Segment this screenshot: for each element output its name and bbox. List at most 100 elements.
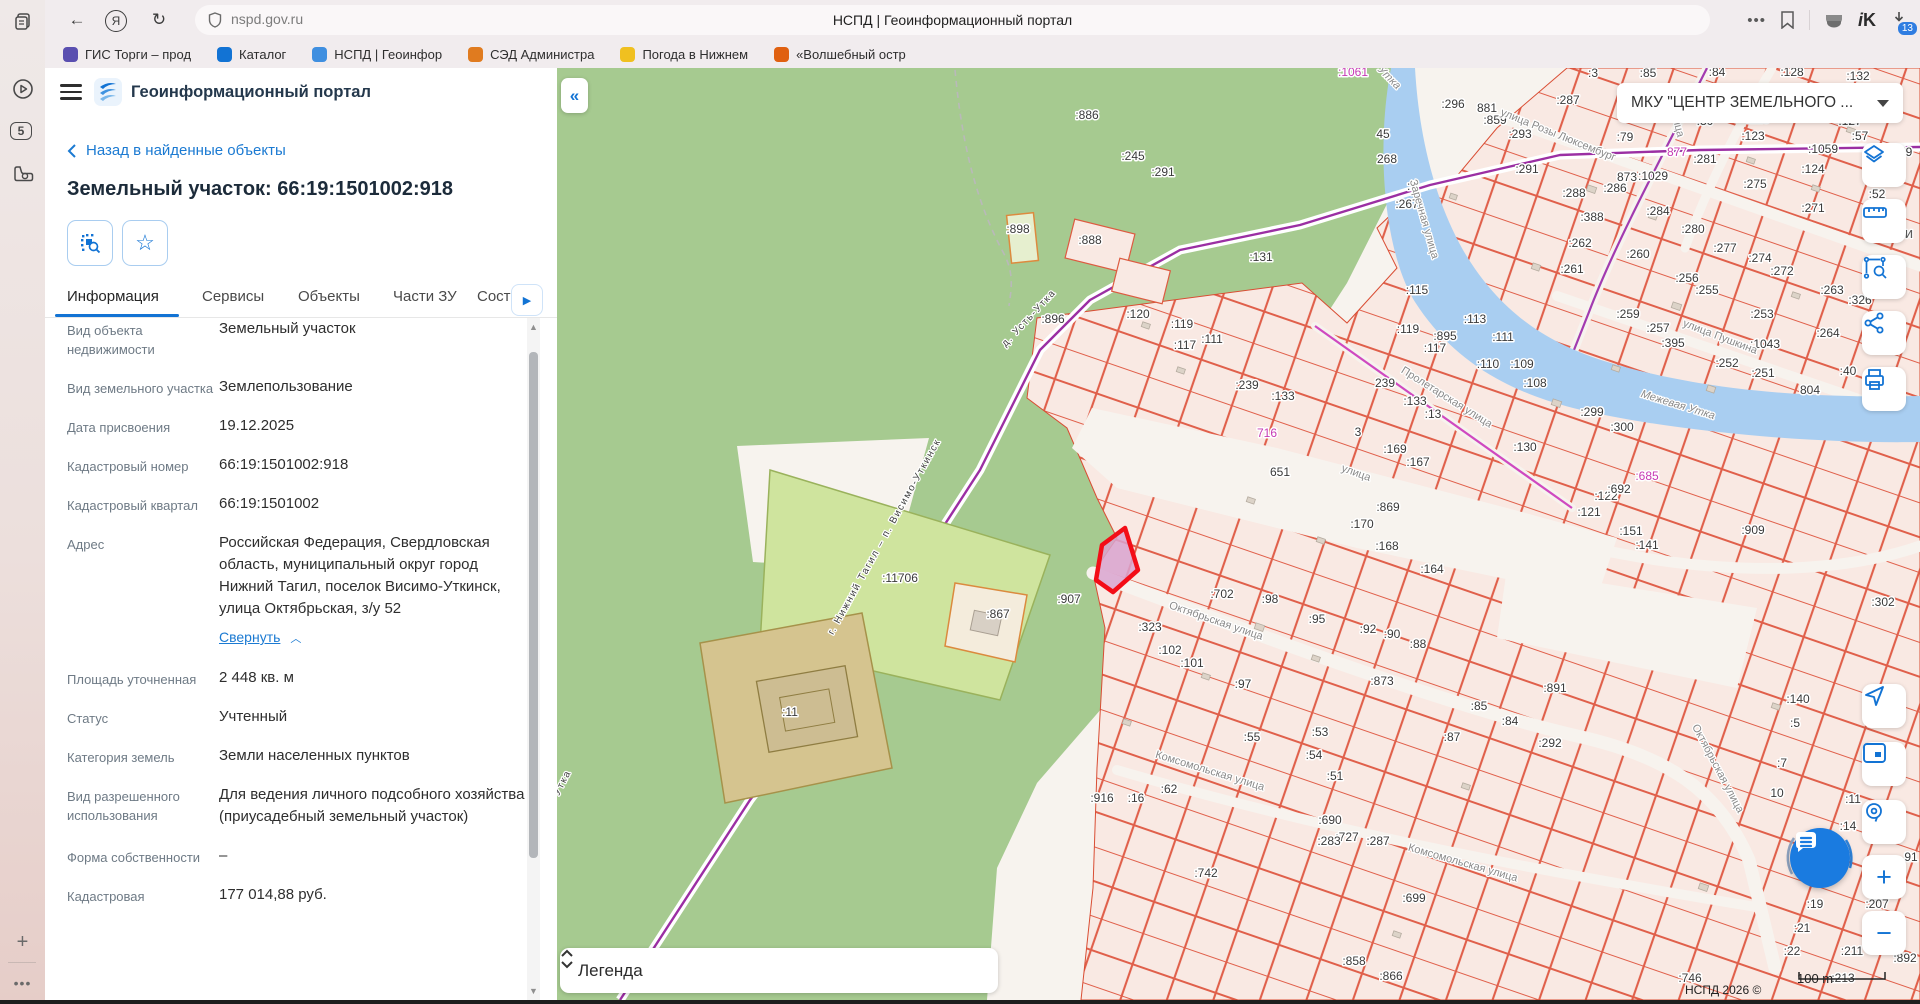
scroll-up-icon[interactable]: ▲ (528, 322, 539, 332)
zoom-in-button[interactable]: + (1862, 855, 1906, 899)
map-label: :858 (1342, 954, 1366, 968)
map-label: :167 (1406, 455, 1430, 469)
kaspersky-extension-icon[interactable]: iK (1858, 10, 1876, 31)
map-label: :867 (986, 607, 1010, 621)
field-value: Российская Федерация, Свердловская облас… (219, 532, 527, 650)
map-label: :699 (1402, 891, 1426, 905)
map-label: :11 (782, 705, 798, 719)
zoom-to-object-button[interactable] (67, 220, 113, 266)
zoom-out-button[interactable]: − (1862, 911, 1906, 955)
scale-bar: 100 m (1797, 971, 1833, 986)
bookmark-label: Каталог (239, 47, 286, 62)
add-panel-icon[interactable]: + (10, 930, 35, 955)
map-canvas[interactable]: :886:245:291:296881:859:293:287:3:85:84:… (557, 68, 1920, 1000)
sidebar-more-icon[interactable]: ••• (10, 970, 35, 995)
bookmark-item[interactable]: Погода в Нижнем (620, 47, 748, 62)
favorite-star-button[interactable]: ☆ (122, 220, 168, 266)
printer-icon (1862, 367, 1887, 392)
tab-counter[interactable]: 5 (10, 122, 32, 140)
map-label: :51 (1327, 769, 1344, 783)
bookmark-item[interactable]: ГИС Торги – прод (63, 47, 191, 62)
bookmark-item[interactable]: Каталог (217, 47, 286, 62)
map-label: :62 (1161, 782, 1178, 796)
collapse-address-link[interactable]: Свернуть (219, 626, 280, 648)
field-label: Вид разрешенного использования (67, 784, 219, 828)
map-label: :239 (1235, 378, 1259, 392)
map-search-icon (1862, 800, 1887, 825)
back-button[interactable]: ← (63, 6, 91, 34)
yandex-button[interactable]: Я (105, 10, 127, 32)
bookmark-favicon (217, 47, 232, 62)
bookmark-label: «Волшебный остр (796, 47, 906, 62)
map-label: :284 (1646, 204, 1670, 218)
map-label: 804 (1800, 383, 1820, 397)
tab-parts[interactable]: Части ЗУ (393, 288, 457, 305)
menu-icon[interactable] (60, 84, 82, 100)
share-button[interactable] (1862, 311, 1906, 355)
bookmark-item[interactable]: НСПД | Геоинфор (312, 47, 442, 62)
map-label: :121 (1577, 505, 1601, 519)
bookmark-item[interactable]: «Волшебный остр (774, 47, 906, 62)
share-icon (1862, 311, 1886, 335)
parcel-898[interactable] (1007, 213, 1039, 264)
field-row: Площадь уточненная2 448 кв. м (67, 667, 527, 706)
extension-shield-icon[interactable] (1824, 11, 1844, 29)
screenshot-icon[interactable] (10, 160, 35, 185)
collapse-panel-button[interactable]: « (561, 78, 588, 113)
tab-objects[interactable]: Объекты (298, 288, 360, 305)
map-label: :85 (1471, 699, 1488, 713)
map-label: :742 (1194, 866, 1218, 880)
cadastral-map: :886:245:291:296881:859:293:287:3:85:84:… (557, 68, 1920, 1000)
notes-icon[interactable] (10, 8, 35, 33)
legend-toggle[interactable]: Легенда (560, 948, 998, 993)
back-to-results-link[interactable]: Назад в найденные объекты (67, 142, 286, 159)
map-label: :287 (1556, 93, 1580, 107)
scrollbar-thumb[interactable] (529, 352, 538, 858)
bookmark-favicon (620, 47, 635, 62)
map-label: :886 (1075, 108, 1099, 122)
play-icon[interactable] (10, 76, 35, 101)
scroll-down-icon[interactable]: ▼ (528, 986, 539, 996)
map-label: :85 (1640, 68, 1657, 80)
map-label: :11706 (882, 571, 918, 585)
field-label: Дата присвоения (67, 415, 219, 437)
measure-button[interactable] (1862, 199, 1906, 243)
tab-services[interactable]: Сервисы (202, 288, 264, 305)
select-area-search-button[interactable] (1862, 255, 1906, 299)
bookmark-item[interactable]: СЭД Администра (468, 47, 594, 62)
search-on-map-button[interactable] (1862, 800, 1906, 844)
location-arrow-icon (1862, 684, 1886, 708)
map-label: :119 (1397, 322, 1420, 336)
support-chat-button[interactable] (1784, 822, 1856, 894)
map-label: :57 (1852, 129, 1869, 143)
map-label: :133 (1271, 389, 1295, 403)
print-button[interactable] (1862, 367, 1906, 411)
layers-button[interactable] (1862, 143, 1906, 187)
sidebar-divider (8, 962, 36, 963)
organization-dropdown[interactable]: МКУ "ЦЕНТР ЗЕМЕЛЬНОГО ... (1617, 83, 1903, 123)
panel-scrollbar[interactable]: ▲ ▼ (527, 318, 540, 1000)
map-label: :291 (1151, 165, 1175, 179)
map-label: :692 (1607, 482, 1631, 496)
map-label: :252 (1715, 356, 1739, 370)
tab-information[interactable]: Информация (67, 288, 159, 305)
downloads-button[interactable]: 13 (1890, 8, 1912, 32)
address-bar[interactable]: nspd.gov.ru НСПД | Геоинформационный пор… (195, 5, 1710, 35)
bookmark-icon[interactable] (1780, 11, 1795, 29)
map-label: :128 (1780, 68, 1804, 79)
field-value: Землепользование (219, 376, 527, 398)
my-location-button[interactable] (1862, 684, 1906, 728)
more-menu-button[interactable]: ••• (1747, 12, 1766, 29)
toolbar-divider (1809, 10, 1810, 30)
map-label: :87 (1444, 730, 1461, 744)
map-label: :907 (1057, 592, 1081, 606)
map-label: :275 (1743, 177, 1767, 191)
mini-map-button[interactable] (1862, 742, 1906, 786)
map-label: :164 (1420, 562, 1444, 576)
overview-frame-icon (1862, 742, 1887, 764)
reload-button[interactable]: ↻ (145, 6, 173, 34)
tabs-scroll-right-button[interactable]: ▶ (511, 284, 543, 316)
map-label: 268 (1377, 152, 1397, 166)
field-label: Вид земельного участка (67, 376, 219, 398)
browser-chrome: ← Я ↻ nspd.gov.ru НСПД | Геоинформационн… (0, 0, 1920, 68)
